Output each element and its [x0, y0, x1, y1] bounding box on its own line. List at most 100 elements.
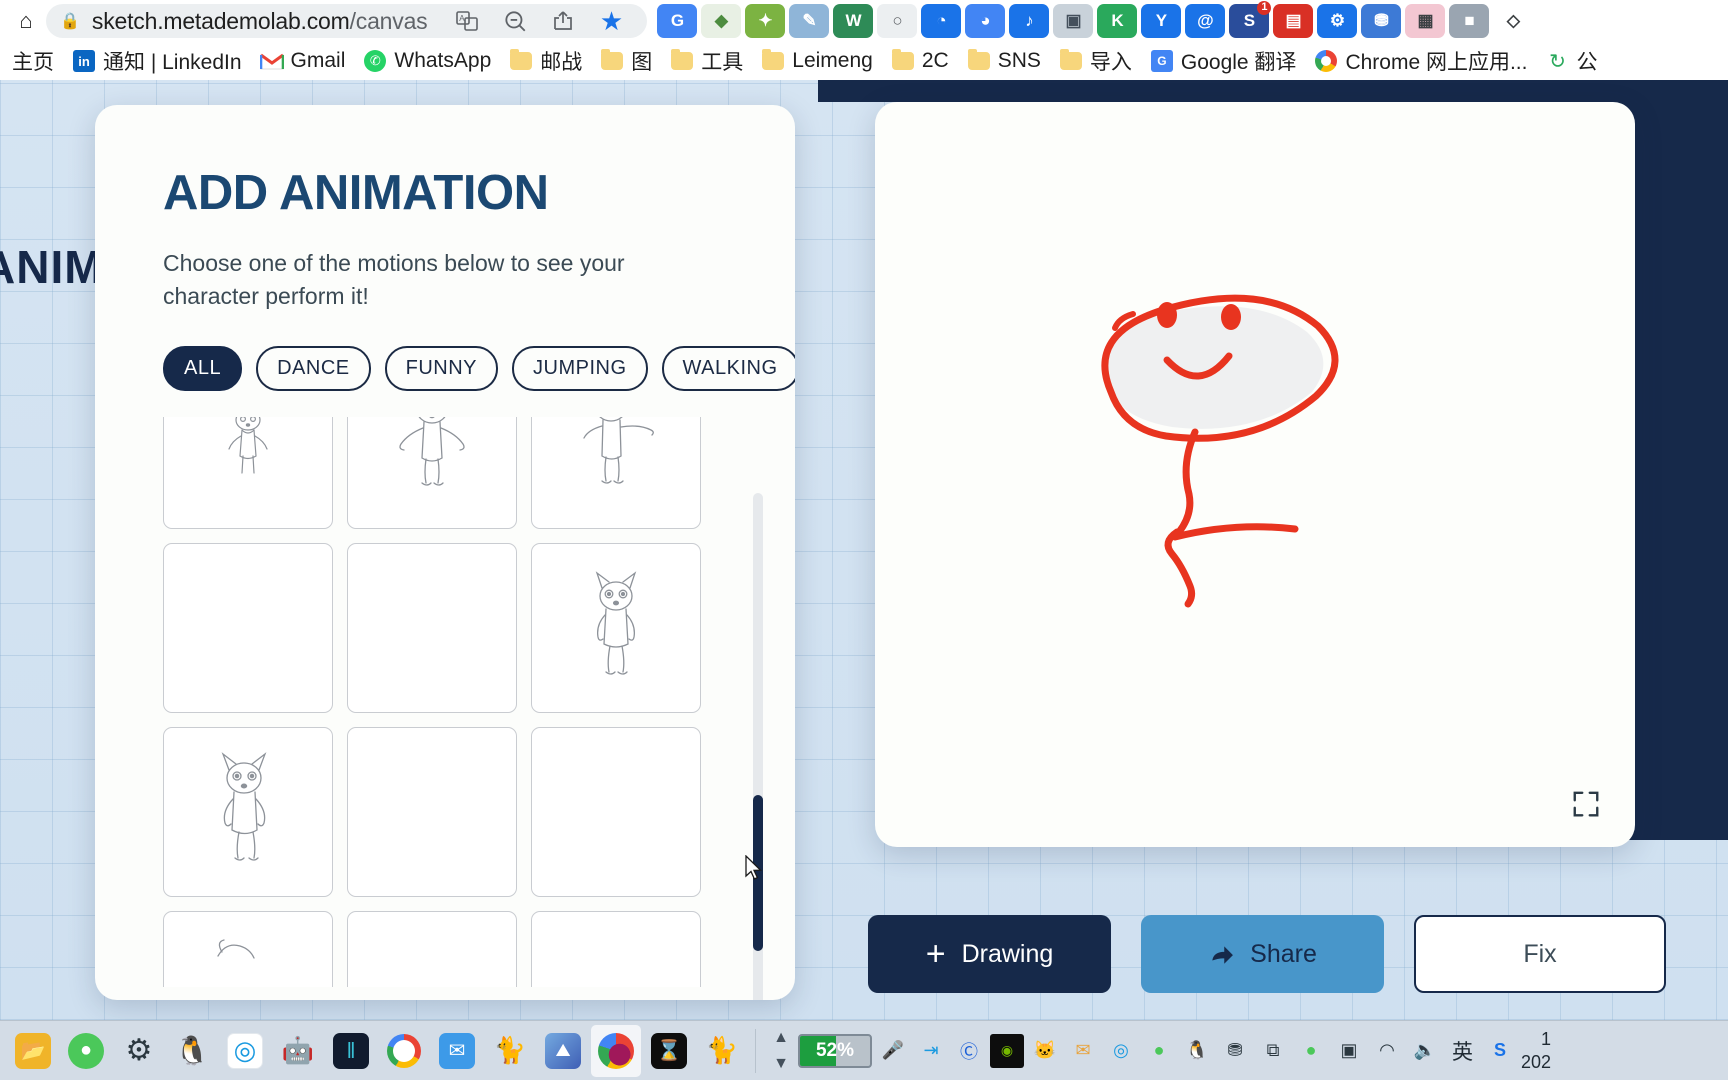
bookmark-item[interactable]: in 通知 | LinkedIn [64, 43, 250, 79]
home-icon[interactable]: ⌂ [6, 3, 46, 39]
sogou-ime-icon[interactable]: S [1483, 1034, 1517, 1068]
nvidia-tray-icon[interactable]: ◉ [990, 1033, 1024, 1068]
extension-icon[interactable]: ▦ [1405, 4, 1446, 38]
animation-tile-1[interactable] [163, 417, 333, 530]
animation-tile-12[interactable] [531, 911, 701, 988]
drawing-canvas-card[interactable] [875, 102, 1635, 847]
taskbar-cat-app-2[interactable]: 🐈 [697, 1025, 747, 1077]
mail-tray-icon[interactable]: ✉ [1066, 1034, 1100, 1068]
animation-tile-3[interactable] [531, 417, 701, 530]
filter-chip-jumping[interactable]: JUMPING [512, 346, 648, 392]
taskbar-alibaba-cloud[interactable]: ◎ [220, 1025, 270, 1077]
taskbar-mail[interactable]: ✉ [432, 1025, 482, 1077]
filter-chip-funny[interactable]: FUNNY [384, 346, 498, 392]
clock-line-2: 202 [1521, 1051, 1552, 1072]
taskbar-timer-app[interactable]: ⌛ [644, 1025, 694, 1077]
taskbar-qq[interactable]: 🐧 [167, 1025, 217, 1077]
bookmark-item[interactable]: 导入 [1051, 43, 1140, 79]
taskbar-chrome[interactable] [379, 1025, 429, 1077]
bookmark-item[interactable]: 2C [883, 46, 957, 76]
chevron-down-icon[interactable]: ▼ [773, 1055, 789, 1073]
extension-icon[interactable]: G [657, 4, 698, 38]
extension-icon[interactable]: ■ [1449, 4, 1490, 38]
animation-tile-9[interactable] [531, 727, 701, 898]
extension-icon[interactable]: ⛃ [1361, 4, 1402, 38]
zoom-out-icon[interactable] [493, 3, 537, 39]
extensions-menu-icon[interactable]: ◇ [1493, 4, 1534, 38]
share-button-label: Share [1250, 939, 1317, 968]
extension-icon[interactable]: ▣ [1053, 4, 1094, 38]
share-button[interactable]: Share [1141, 915, 1384, 993]
ime-language-indicator[interactable]: 英 [1446, 1036, 1479, 1066]
extension-icon[interactable]: S1 [1229, 1, 1272, 38]
translate-icon[interactable]: A [445, 3, 489, 39]
taskbar-cat-app[interactable]: 🐈 [485, 1025, 535, 1077]
taskbar-file-explorer[interactable]: 📂 [8, 1025, 58, 1077]
taskbar-settings[interactable]: ⚙ [114, 1025, 164, 1077]
animation-tile-11[interactable] [347, 911, 517, 988]
fix-button[interactable]: Fix [1414, 915, 1666, 993]
bookmark-item[interactable]: Leimeng [753, 46, 881, 76]
extension-icon[interactable]: ▤ [1273, 4, 1314, 38]
extension-icon[interactable]: ◔ [921, 4, 962, 38]
extension-icon[interactable]: K [1097, 4, 1138, 38]
extension-icon[interactable]: ✎ [789, 4, 830, 38]
cloud-tray-icon[interactable]: ◎ [1104, 1034, 1138, 1068]
address-bar[interactable]: 🔒 sketch.metademolab.com/canvas A ★ [46, 3, 648, 39]
extension-icon[interactable]: ♪ [1009, 4, 1050, 38]
filter-chip-walking[interactable]: WALKING [661, 346, 795, 392]
microphone-tray-icon[interactable]: 🎤 [876, 1034, 910, 1068]
bookmark-item[interactable]: 邮战 [501, 43, 590, 79]
taskbar-wechat[interactable]: ● [61, 1025, 111, 1077]
qq-tray-icon[interactable]: 🐧 [1180, 1034, 1214, 1068]
animation-tile-8[interactable] [347, 727, 517, 898]
taskbar-audio-editor[interactable]: ‖ [326, 1025, 376, 1077]
volume-tray-icon[interactable]: 🔈 [1408, 1034, 1442, 1068]
bookmark-item[interactable]: SNS [959, 46, 1049, 76]
battery-tray-icon[interactable]: ▣ [1332, 1034, 1366, 1068]
bookmark-item[interactable]: 工具 [662, 43, 751, 79]
animation-tile-2[interactable] [347, 417, 517, 530]
chevron-up-icon[interactable]: ▲ [773, 1029, 789, 1047]
bookmark-item[interactable]: 主页 [4, 43, 62, 79]
export-tray-icon[interactable]: ⇥ [914, 1034, 948, 1068]
expand-fullscreen-icon[interactable] [1571, 789, 1601, 819]
security-shield-tray-icon[interactable]: ⛃ [1218, 1034, 1252, 1068]
bookmark-item[interactable]: Chrome 网上应用... [1306, 43, 1535, 79]
extension-icon[interactable]: ⚙ [1317, 4, 1358, 38]
tray-expand-chevrons[interactable]: ▲ ▼ [764, 1029, 798, 1073]
bookmark-item[interactable]: ✆ WhatsApp [355, 46, 499, 76]
extension-icon[interactable]: ○ [877, 4, 918, 38]
extension-icon[interactable]: ◕ [965, 4, 1006, 38]
animation-tile-7[interactable] [163, 727, 333, 898]
filter-chip-dance[interactable]: DANCE [256, 346, 371, 392]
share-icon[interactable] [541, 3, 585, 39]
extension-icon[interactable]: W [833, 4, 874, 38]
animation-tile-6[interactable] [531, 543, 701, 714]
cat-tray-icon[interactable]: 🐱 [1028, 1034, 1062, 1068]
wechat-tray-icon-2[interactable]: ● [1294, 1034, 1328, 1068]
bookmark-item[interactable]: ↻ 公 [1537, 43, 1605, 79]
extension-icon[interactable]: ✦ [745, 4, 786, 38]
taskbar-photos[interactable]: ⛰ [538, 1025, 588, 1077]
extension-icon[interactable]: @ [1185, 4, 1226, 38]
battery-indicator[interactable]: 52% [798, 1033, 872, 1068]
wechat-tray-icon[interactable]: ● [1142, 1034, 1176, 1068]
animation-tile-5[interactable] [347, 543, 517, 714]
star-icon[interactable]: ★ [589, 3, 633, 39]
lenovo-tray-icon[interactable]: Ⓒ [952, 1034, 986, 1068]
animation-tile-10[interactable] [163, 911, 333, 988]
bookmark-item[interactable]: 图 [592, 43, 660, 79]
filter-chip-all[interactable]: ALL [163, 346, 243, 392]
drawing-button[interactable]: + Drawing [868, 915, 1111, 993]
wifi-tray-icon[interactable]: ◠ [1370, 1034, 1404, 1068]
bookmark-item[interactable]: Gmail [252, 46, 354, 76]
taskbar-clock[interactable]: 1 202 [1521, 1028, 1559, 1073]
taskbar-robot-assistant[interactable]: 🤖 [273, 1025, 323, 1077]
extension-icon[interactable]: ◆ [701, 4, 742, 38]
animation-tile-4[interactable] [163, 543, 333, 714]
bookmark-item[interactable]: G Google 翻译 [1142, 43, 1305, 79]
taskbar-chrome-canary[interactable] [591, 1024, 641, 1077]
extension-icon[interactable]: Y [1141, 4, 1182, 38]
screenshot-tray-icon[interactable]: ⧉ [1256, 1034, 1290, 1068]
